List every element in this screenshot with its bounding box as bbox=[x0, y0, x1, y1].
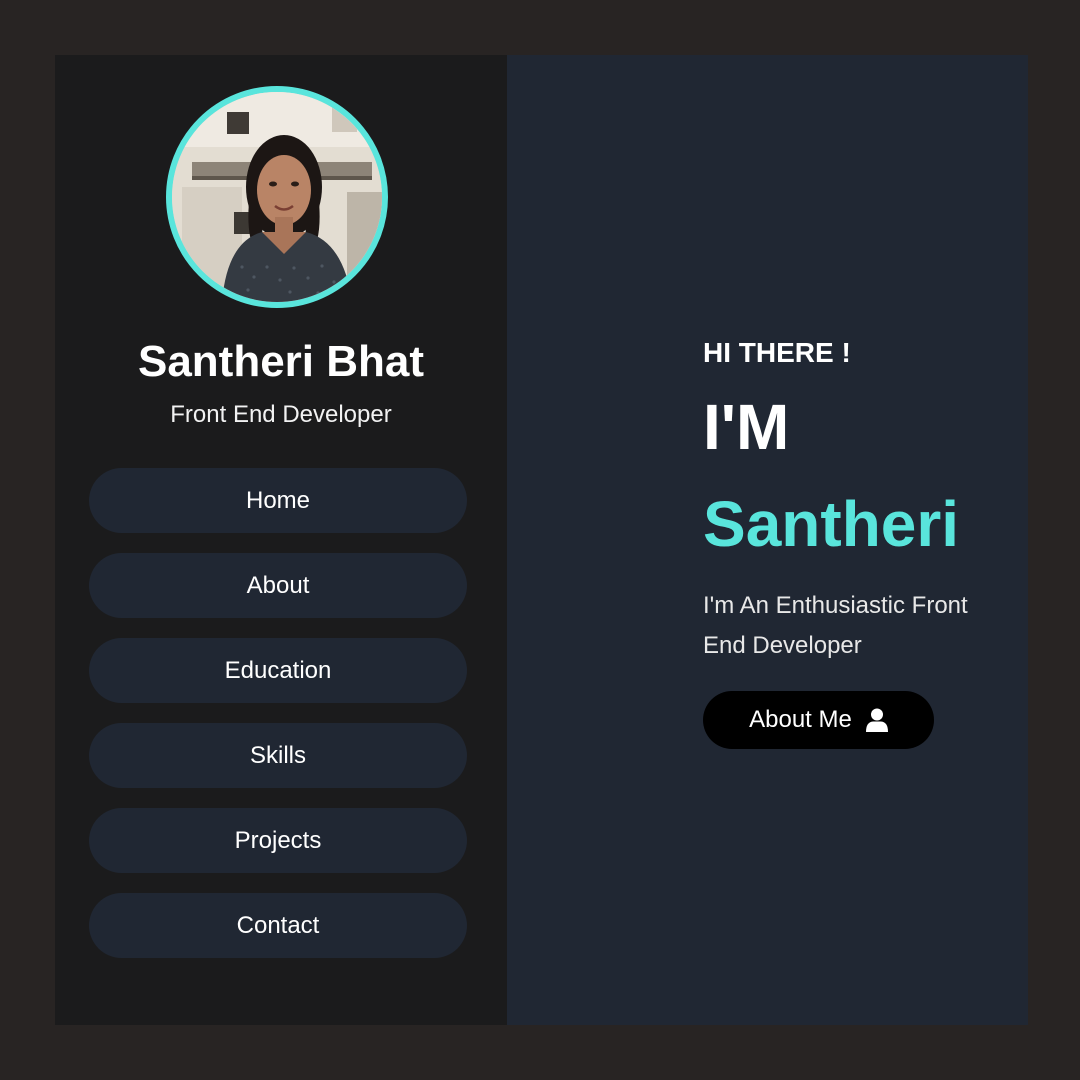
hero-im: I'M bbox=[703, 391, 790, 463]
nav-item-education[interactable]: Education bbox=[89, 638, 467, 703]
user-icon bbox=[865, 708, 888, 732]
hero-greeting: HI THERE ! bbox=[703, 337, 851, 368]
hero-first-name: Santheri bbox=[703, 488, 960, 560]
nav-item-skills[interactable]: Skills bbox=[89, 723, 467, 788]
nav-item-contact[interactable]: Contact bbox=[89, 893, 467, 958]
nav-item-about[interactable]: About bbox=[89, 553, 467, 618]
profile-name: Santheri Bhat bbox=[137, 337, 425, 386]
sidebar: Santheri Bhat Front End Developer Home A… bbox=[55, 55, 507, 1025]
avatar-photo bbox=[172, 92, 382, 302]
avatar bbox=[166, 86, 388, 308]
nav-item-home[interactable]: Home bbox=[89, 468, 467, 533]
hero-section: HI THERE ! I'M Santheri I'm An Enthusias… bbox=[507, 55, 1028, 1025]
nav-item-projects[interactable]: Projects bbox=[89, 808, 467, 873]
profile-role: Front End Developer bbox=[170, 401, 392, 428]
sidebar-nav: Home About Education Skills Projects Con… bbox=[89, 468, 467, 978]
about-me-label: About Me bbox=[749, 706, 852, 733]
about-me-button[interactable]: About Me bbox=[703, 691, 934, 749]
portfolio-card: Santheri Bhat Front End Developer Home A… bbox=[55, 55, 1028, 1025]
hero-tagline: I'm An Enthusiastic Front End Developer bbox=[703, 592, 968, 659]
